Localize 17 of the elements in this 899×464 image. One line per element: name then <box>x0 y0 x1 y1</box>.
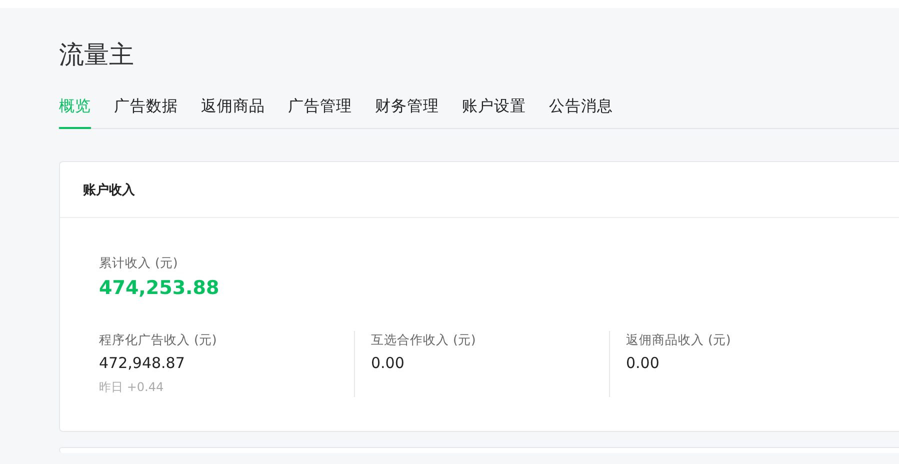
nav-tab[interactable]: 广告管理 <box>288 95 352 129</box>
nav-tab[interactable]: 返佣商品 <box>201 95 265 129</box>
app-title: 流量主 <box>59 39 135 71</box>
stat-note: 昨日 +0.44 <box>99 379 165 396</box>
stat-label: 累计收入 (元) <box>99 254 179 272</box>
stat-label: 返佣商品收入 (元) <box>626 331 732 349</box>
nav-tab[interactable]: 公告消息 <box>549 95 613 129</box>
stat-value: 0.00 <box>371 353 406 374</box>
stat-label: 程序化广告收入 (元) <box>99 331 218 349</box>
nav-tab[interactable]: 广告数据 <box>114 95 178 129</box>
nav-tab[interactable]: 账户设置 <box>462 95 526 129</box>
stat-label: 互选合作收入 (元) <box>371 331 477 349</box>
stat-value: 474,253.88 <box>99 276 220 301</box>
card-title: 账户收入 <box>83 182 135 198</box>
stat-value: 472,948.87 <box>99 353 186 374</box>
stat-value: 0.00 <box>626 353 660 374</box>
nav-tab[interactable]: 财务管理 <box>375 95 439 129</box>
